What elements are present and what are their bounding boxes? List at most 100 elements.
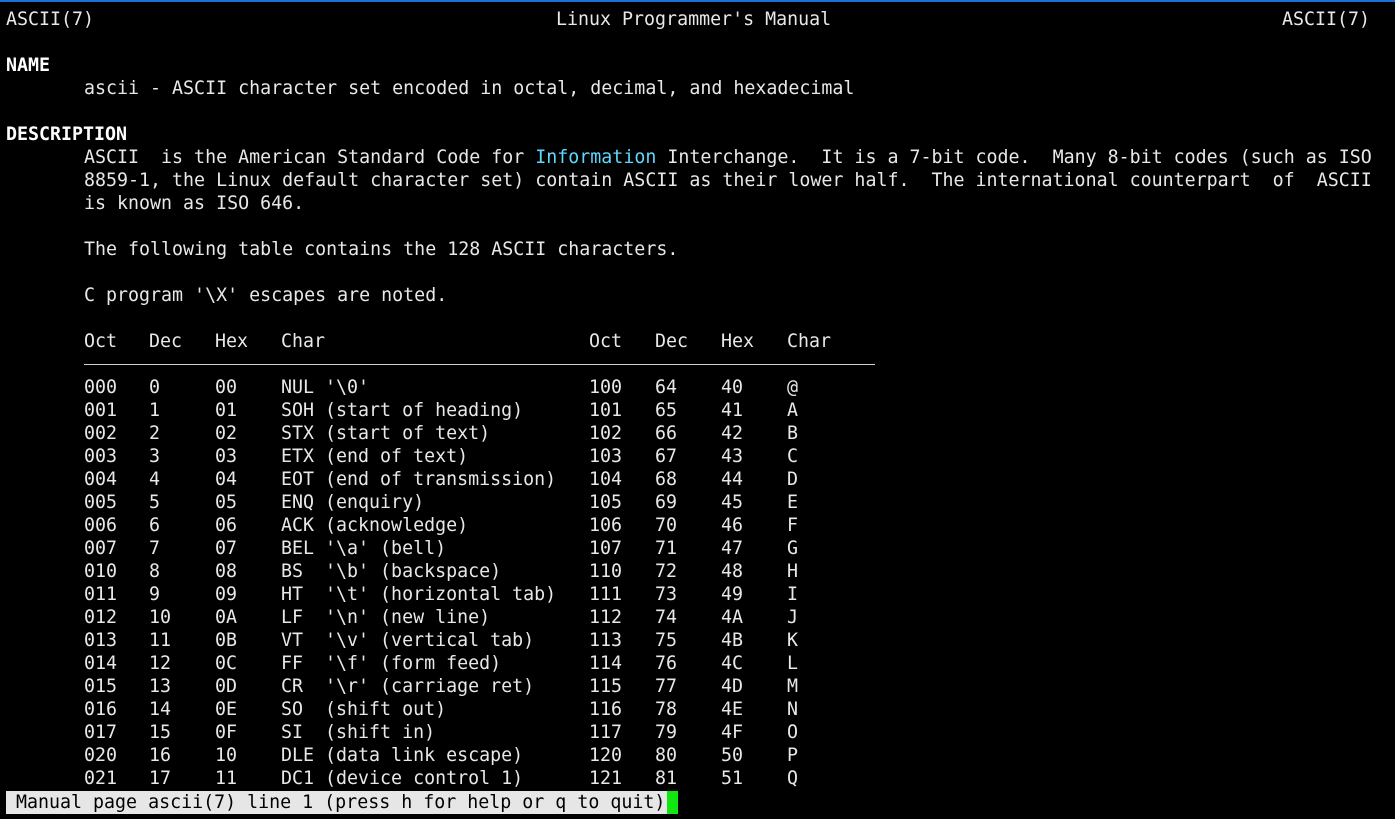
table-cell-oct: 117 <box>589 722 623 743</box>
table-cell-hex: 05 <box>215 492 238 513</box>
table-cell-dec: 12 <box>149 653 172 674</box>
table-cell-hex: 50 <box>721 745 744 766</box>
table-cell-oct: 007 <box>84 538 118 559</box>
table-cell-char: LF '\n' (new line) <box>281 607 491 628</box>
table-cell-hex: 4E <box>721 699 744 720</box>
table-cell-hex: 07 <box>215 538 238 559</box>
table-cell-dec: 80 <box>655 745 678 766</box>
table-cell-oct: 012 <box>84 607 118 628</box>
table-cell-oct: 115 <box>589 676 623 697</box>
table-cell-char: B <box>787 423 799 444</box>
table-cell-char: VT '\v' (vertical tab) <box>281 630 535 651</box>
section-heading-description: DESCRIPTION <box>6 124 128 145</box>
table-cell-hex: 4B <box>721 630 744 651</box>
table-cell-oct: 017 <box>84 722 118 743</box>
table-cell-char: P <box>787 745 799 766</box>
table-cell-char: @ <box>787 377 799 398</box>
table-cell-oct: 005 <box>84 492 118 513</box>
table-cell-char: A <box>787 400 799 421</box>
table-cell-char: STX (start of text) <box>281 423 491 444</box>
table-cell-dec: 8 <box>149 561 161 582</box>
column-header-hex-1: Hex <box>215 331 249 352</box>
table-cell-char: G <box>787 538 799 559</box>
description-line-3: is known as ISO 646. <box>84 193 305 214</box>
table-cell-oct: 002 <box>84 423 118 444</box>
terminal-window[interactable]: ASCII(7) Linux Programmer's Manual ASCII… <box>0 0 1395 819</box>
terminal-cursor <box>667 791 678 814</box>
table-cell-dec: 1 <box>149 400 161 421</box>
table-cell-oct: 016 <box>84 699 118 720</box>
table-cell-dec: 72 <box>655 561 678 582</box>
table-cell-hex: 04 <box>215 469 238 490</box>
table-cell-dec: 0 <box>149 377 161 398</box>
table-cell-hex: 01 <box>215 400 238 421</box>
table-cell-hex: 4F <box>721 722 744 743</box>
table-cell-char: DLE (data link escape) <box>281 745 524 766</box>
table-cell-char: BS '\b' (backspace) <box>281 561 502 582</box>
table-cell-oct: 121 <box>589 768 623 789</box>
highlighted-word: Information <box>535 147 657 168</box>
table-cell-hex: 0A <box>215 607 238 628</box>
table-cell-dec: 15 <box>149 722 172 743</box>
table-cell-hex: 48 <box>721 561 744 582</box>
table-cell-oct: 103 <box>589 446 623 467</box>
table-cell-hex: 02 <box>215 423 238 444</box>
table-cell-hex: 03 <box>215 446 238 467</box>
table-cell-hex: 45 <box>721 492 744 513</box>
table-cell-hex: 08 <box>215 561 238 582</box>
table-cell-dec: 9 <box>149 584 161 605</box>
table-cell-hex: 49 <box>721 584 744 605</box>
table-cell-char: DC1 (device control 1) <box>281 768 524 789</box>
table-cell-dec: 16 <box>149 745 172 766</box>
table-cell-char: E <box>787 492 799 513</box>
table-cell-dec: 66 <box>655 423 678 444</box>
column-header-oct-1: Oct <box>84 331 118 352</box>
table-cell-hex: 4C <box>721 653 744 674</box>
table-cell-oct: 015 <box>84 676 118 697</box>
table-cell-char: C <box>787 446 799 467</box>
table-cell-dec: 11 <box>149 630 172 651</box>
table-cell-oct: 011 <box>84 584 118 605</box>
description-paragraph-table: The following table contains the 128 ASC… <box>84 239 679 260</box>
table-cell-hex: 10 <box>215 745 238 766</box>
table-cell-hex: 4A <box>721 607 744 628</box>
table-cell-hex: 0F <box>215 722 238 743</box>
table-cell-dec: 6 <box>149 515 161 536</box>
table-cell-hex: 47 <box>721 538 744 559</box>
table-cell-oct: 004 <box>84 469 118 490</box>
column-header-char-2: Char <box>787 331 832 352</box>
table-cell-char: K <box>787 630 799 651</box>
table-cell-char: ETX (end of text) <box>281 446 469 467</box>
table-cell-dec: 4 <box>149 469 161 490</box>
table-cell-hex: 0B <box>215 630 238 651</box>
table-cell-char: M <box>787 676 799 697</box>
table-cell-dec: 13 <box>149 676 172 697</box>
table-cell-char: J <box>787 607 799 628</box>
table-cell-char: SO (shift out) <box>281 699 447 720</box>
table-cell-char: NUL '\0' <box>281 377 370 398</box>
table-cell-oct: 100 <box>589 377 623 398</box>
table-cell-dec: 10 <box>149 607 172 628</box>
table-cell-hex: 46 <box>721 515 744 536</box>
table-cell-oct: 116 <box>589 699 623 720</box>
table-cell-dec: 7 <box>149 538 161 559</box>
description-paragraph-escapes: C program '\X' escapes are noted. <box>84 285 448 306</box>
table-cell-oct: 111 <box>589 584 623 605</box>
table-cell-hex: 0E <box>215 699 238 720</box>
table-cell-char: L <box>787 653 799 674</box>
table-cell-hex: 00 <box>215 377 238 398</box>
table-cell-hex: 51 <box>721 768 744 789</box>
table-cell-char: H <box>787 561 799 582</box>
table-cell-dec: 81 <box>655 768 678 789</box>
table-cell-dec: 77 <box>655 676 678 697</box>
table-cell-dec: 73 <box>655 584 678 605</box>
table-cell-hex: 4D <box>721 676 744 697</box>
table-cell-char: CR '\r' (carriage ret) <box>281 676 535 697</box>
table-cell-char: I <box>787 584 799 605</box>
table-cell-char: EOT (end of transmission) <box>281 469 557 490</box>
table-cell-dec: 64 <box>655 377 678 398</box>
table-cell-char: F <box>787 515 799 536</box>
table-cell-oct: 010 <box>84 561 118 582</box>
table-cell-oct: 014 <box>84 653 118 674</box>
table-cell-dec: 75 <box>655 630 678 651</box>
